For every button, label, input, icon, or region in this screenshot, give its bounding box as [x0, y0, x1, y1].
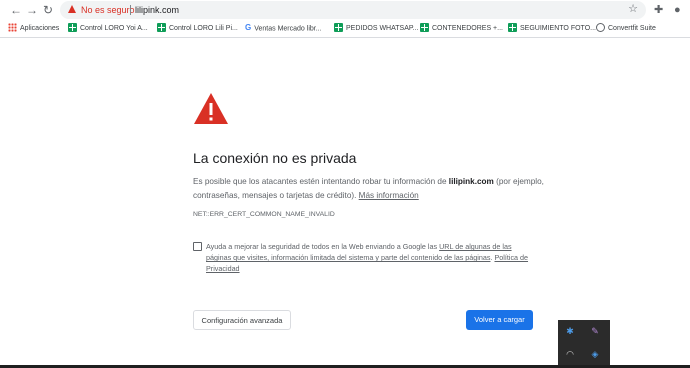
browser-toolbar: ← → ↻ No es seguro lilipink.com ☆ ✚ ● [0, 0, 690, 20]
wifi-icon[interactable]: ◠ [563, 347, 577, 361]
reload-button[interactable]: ↻ [40, 2, 56, 18]
forward-button[interactable]: → [24, 2, 40, 18]
pen-icon[interactable]: ✎ [588, 324, 602, 338]
advanced-settings-button[interactable]: Configuración avanzada [193, 310, 291, 330]
bookmark-item[interactable]: SEGUIMIENTO FOTO... [508, 22, 596, 35]
report-checkbox[interactable] [193, 242, 202, 251]
star-icon[interactable]: ☆ [628, 2, 638, 15]
security-indicator[interactable]: No es seguro [81, 3, 135, 17]
back-button[interactable]: ← [8, 2, 24, 18]
divider [130, 5, 131, 15]
bookmark-item[interactable]: Convertfit Suite [596, 22, 656, 35]
page-title: La conexión no es privada [193, 150, 357, 166]
apps-grid-icon [8, 22, 17, 32]
bookmark-apps[interactable]: Aplicaciones [8, 22, 59, 35]
sheets-icon [68, 22, 77, 32]
bookmark-item[interactable]: PEDIDOS WHATSAP... [334, 22, 418, 35]
more-info-link[interactable]: Más información [359, 191, 419, 200]
danger-warning-icon [194, 93, 228, 124]
bookmark-item[interactable]: Control LORO Lili Pi... [157, 22, 238, 35]
shield-icon[interactable]: ◈ [588, 347, 602, 361]
sheets-icon [508, 22, 517, 32]
address-bar[interactable]: No es seguro lilipink.com ☆ [60, 1, 646, 19]
extensions-icon[interactable]: ✚ [654, 2, 663, 18]
system-tray-popup: ✱ ✎ ◠ ◈ [558, 320, 610, 368]
sheets-icon [420, 22, 429, 32]
bookmarks-bar: Aplicaciones Control LORO Yoi A... Contr… [0, 20, 690, 38]
safe-browsing-report-text: Ayuda a mejorar la seguridad de todos en… [206, 242, 529, 273]
bookmark-item[interactable]: G Ventas Mercado libr... [245, 22, 322, 35]
reload-page-button[interactable]: Volver a cargar [466, 310, 533, 330]
profile-icon[interactable]: ● [674, 2, 681, 18]
sheets-icon [157, 22, 166, 32]
domain-name: lilipink.com [448, 177, 494, 186]
sheets-icon [334, 22, 343, 32]
bluetooth-icon[interactable]: ✱ [563, 324, 577, 338]
globe-icon [596, 22, 605, 32]
google-icon: G [245, 23, 252, 32]
explanation-paragraph: Es posible que los atacantes estén inten… [193, 177, 544, 200]
warning-icon [68, 5, 76, 13]
bookmark-item[interactable]: Control LORO Yoi A... [68, 22, 148, 35]
error-code: NET::ERR_CERT_COMMON_NAME_INVALID [193, 211, 335, 218]
bookmark-item[interactable]: CONTENEDORES +... [420, 22, 503, 35]
url-text[interactable]: lilipink.com [135, 3, 179, 17]
